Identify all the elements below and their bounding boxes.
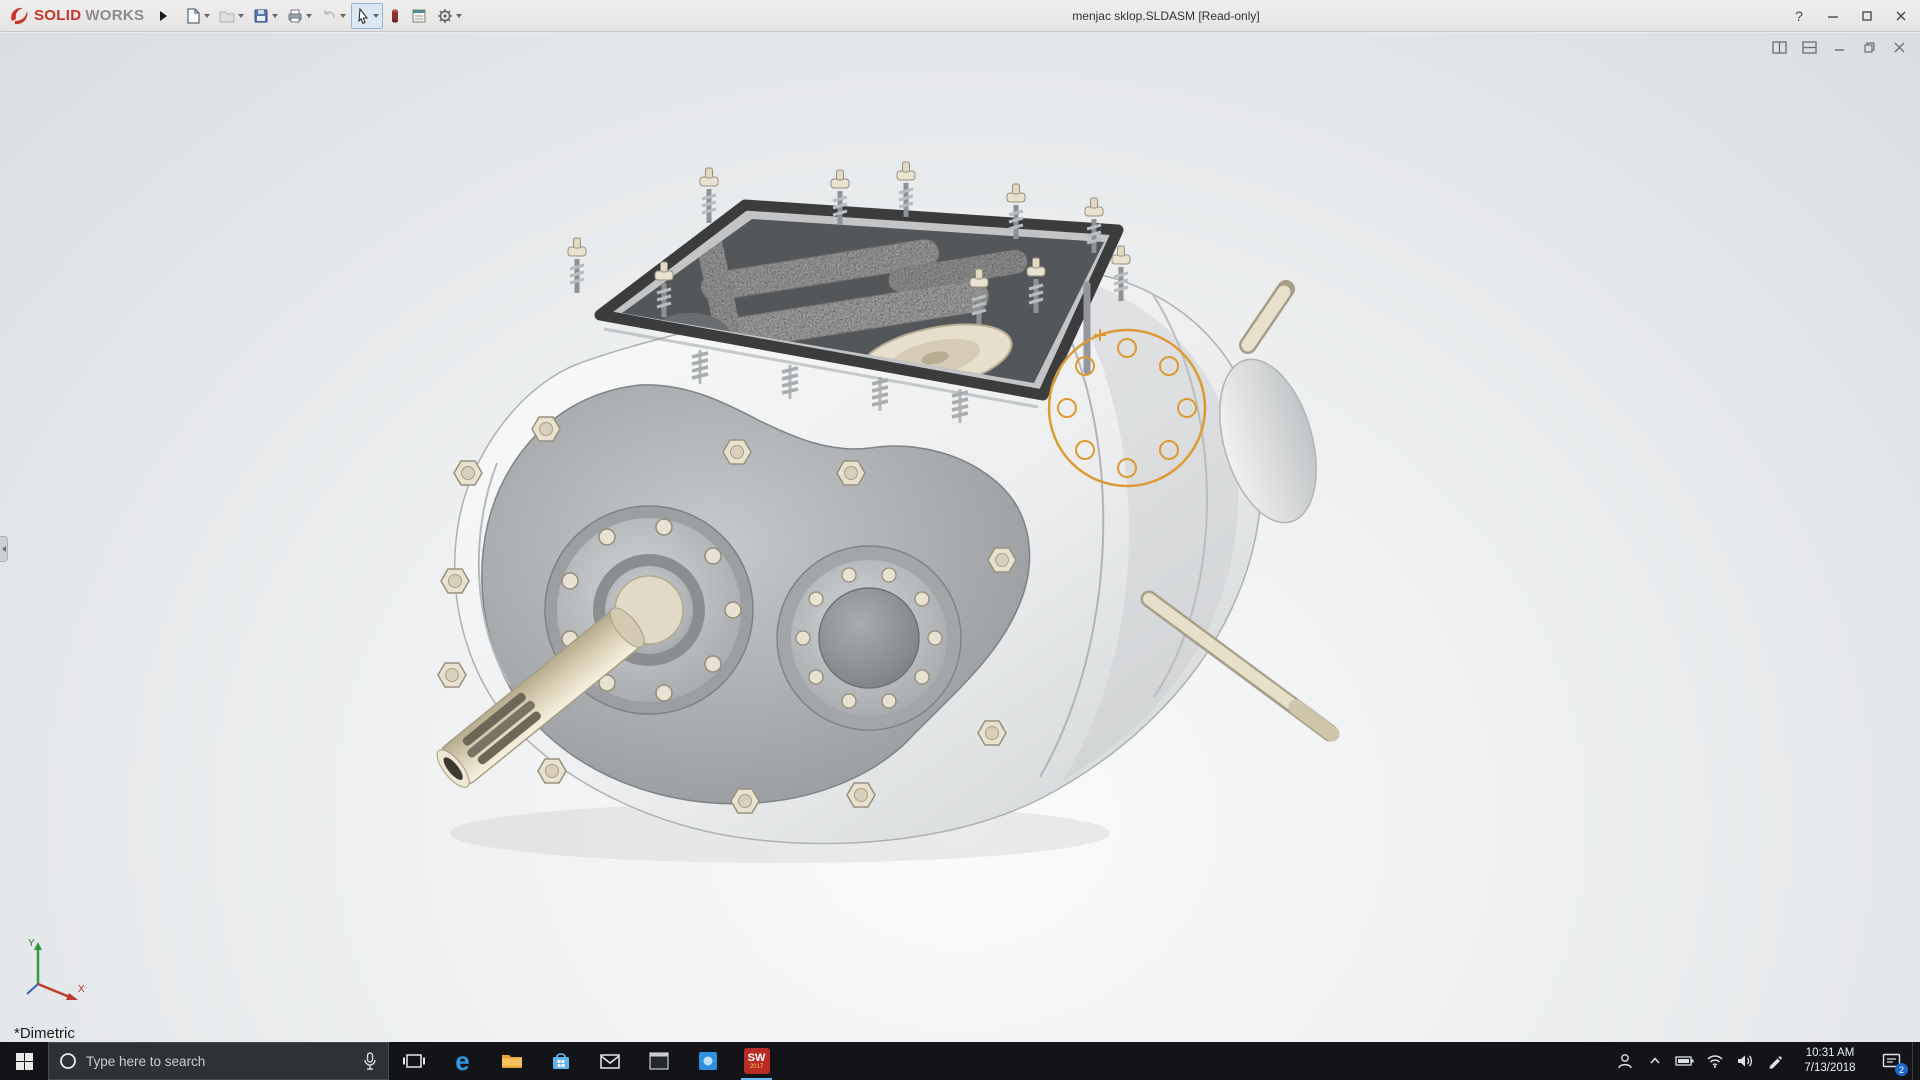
store-icon (549, 1049, 573, 1073)
graphics-viewport[interactable]: Y X *Dimetric (0, 33, 1920, 1042)
file-explorer-icon (500, 1049, 524, 1073)
design-library-button[interactable] (407, 3, 431, 29)
system-tray: 10:31 AM 7/13/2018 2 (1610, 1042, 1920, 1080)
taskbar-clock[interactable]: 10:31 AM 7/13/2018 (1790, 1046, 1870, 1076)
print-dropdown-caret[interactable] (306, 14, 312, 18)
console-window-icon (647, 1049, 671, 1073)
pen-icon (1767, 1053, 1783, 1069)
print-icon (286, 7, 304, 25)
ds-mark-icon (8, 6, 30, 26)
brand-solid: SOLID (34, 7, 81, 24)
print-button[interactable] (283, 3, 315, 29)
main-toolbar (181, 3, 465, 29)
open-folder-icon (218, 7, 236, 25)
axis-y-label: Y (28, 938, 35, 949)
show-desktop-button[interactable] (1912, 1042, 1920, 1080)
taskbar: e (0, 1042, 1920, 1080)
select-cursor-icon (355, 7, 371, 25)
solidworks-taskbar-button[interactable]: SW 2017 (732, 1042, 781, 1080)
microphone-icon[interactable] (362, 1052, 378, 1070)
taskbar-search[interactable] (48, 1042, 389, 1080)
undo-button[interactable] (317, 3, 349, 29)
chevron-up-icon (1648, 1054, 1662, 1068)
appearances-button[interactable] (385, 3, 405, 29)
select-dropdown-caret[interactable] (373, 14, 379, 18)
tray-overflow-button[interactable] (1640, 1042, 1670, 1080)
battery-icon (1675, 1054, 1695, 1068)
axis-x-label: X (78, 984, 85, 995)
action-center-button[interactable]: 2 (1870, 1042, 1912, 1080)
clock-date: 7/13/2018 (1790, 1061, 1870, 1076)
titlebar: SOLIDWORKS (0, 0, 1920, 32)
windows-ink-button[interactable] (1760, 1042, 1790, 1080)
maximize-icon (1861, 10, 1873, 22)
file-explorer-button[interactable] (487, 1042, 536, 1080)
maximize-button[interactable] (1852, 3, 1882, 29)
select-button[interactable] (351, 3, 383, 29)
cortana-icon (59, 1052, 77, 1070)
options-dropdown-caret[interactable] (456, 14, 462, 18)
solidworks-app-icon: SW 2017 (744, 1048, 770, 1074)
photos-button[interactable] (683, 1042, 732, 1080)
undo-icon (320, 7, 338, 25)
edge-icon: e (455, 1048, 469, 1074)
store-button[interactable] (536, 1042, 585, 1080)
speaker-icon (1736, 1053, 1754, 1069)
search-input[interactable] (86, 1054, 353, 1069)
gearbox-3d-model[interactable] (0, 33, 1920, 1042)
windows-logo-icon (16, 1053, 33, 1070)
people-button[interactable] (1610, 1042, 1640, 1080)
options-button[interactable] (433, 3, 465, 29)
new-button[interactable] (181, 3, 213, 29)
side-cover-boss (777, 546, 961, 730)
gear-icon (436, 7, 454, 25)
save-dropdown-caret[interactable] (272, 14, 278, 18)
task-view-button[interactable] (389, 1042, 438, 1080)
window-title: menjac sklop.SLDASM [Read-only] (1072, 0, 1259, 32)
orientation-triad: Y X (20, 936, 90, 1006)
close-button[interactable] (1886, 3, 1916, 29)
mail-icon (598, 1049, 622, 1073)
open-button[interactable] (215, 3, 247, 29)
console-button[interactable] (634, 1042, 683, 1080)
open-dropdown-caret[interactable] (238, 14, 244, 18)
help-button[interactable]: ? (1784, 3, 1814, 29)
pane-split-horizontal-icon[interactable] (1800, 39, 1818, 55)
notification-badge: 2 (1895, 1063, 1908, 1076)
photos-icon (696, 1049, 720, 1073)
network-button[interactable] (1700, 1042, 1730, 1080)
new-document-icon (184, 7, 202, 25)
mail-button[interactable] (585, 1042, 634, 1080)
doc-close-button[interactable] (1890, 39, 1908, 55)
doc-minimize-button[interactable] (1830, 39, 1848, 55)
new-dropdown-caret[interactable] (204, 14, 210, 18)
battery-button[interactable] (1670, 1042, 1700, 1080)
start-button[interactable] (0, 1042, 48, 1080)
task-view-icon (402, 1049, 426, 1073)
save-button[interactable] (249, 3, 281, 29)
solidworks-logo: SOLIDWORKS (8, 6, 144, 26)
window-controls: ? (1784, 0, 1916, 32)
clock-time: 10:31 AM (1790, 1046, 1870, 1061)
minimize-button[interactable] (1818, 3, 1848, 29)
view-orientation-label: *Dimetric (14, 1025, 75, 1042)
wifi-icon (1706, 1054, 1724, 1068)
edge-button[interactable]: e (438, 1042, 487, 1080)
volume-button[interactable] (1730, 1042, 1760, 1080)
pane-split-icon[interactable] (1770, 39, 1788, 55)
undo-dropdown-caret[interactable] (340, 14, 346, 18)
minimize-icon (1827, 10, 1839, 22)
document-window-controls (1770, 39, 1908, 55)
brand-works: WORKS (85, 7, 144, 24)
doc-restore-button[interactable] (1860, 39, 1878, 55)
design-library-icon (410, 7, 428, 25)
toolbar-flyout-arrow-icon[interactable] (160, 11, 167, 21)
save-floppy-icon (252, 7, 270, 25)
people-icon (1616, 1052, 1634, 1070)
screen: SOLIDWORKS (0, 0, 1920, 1080)
close-icon (1895, 10, 1907, 22)
appearance-cylinder-icon (388, 7, 402, 25)
